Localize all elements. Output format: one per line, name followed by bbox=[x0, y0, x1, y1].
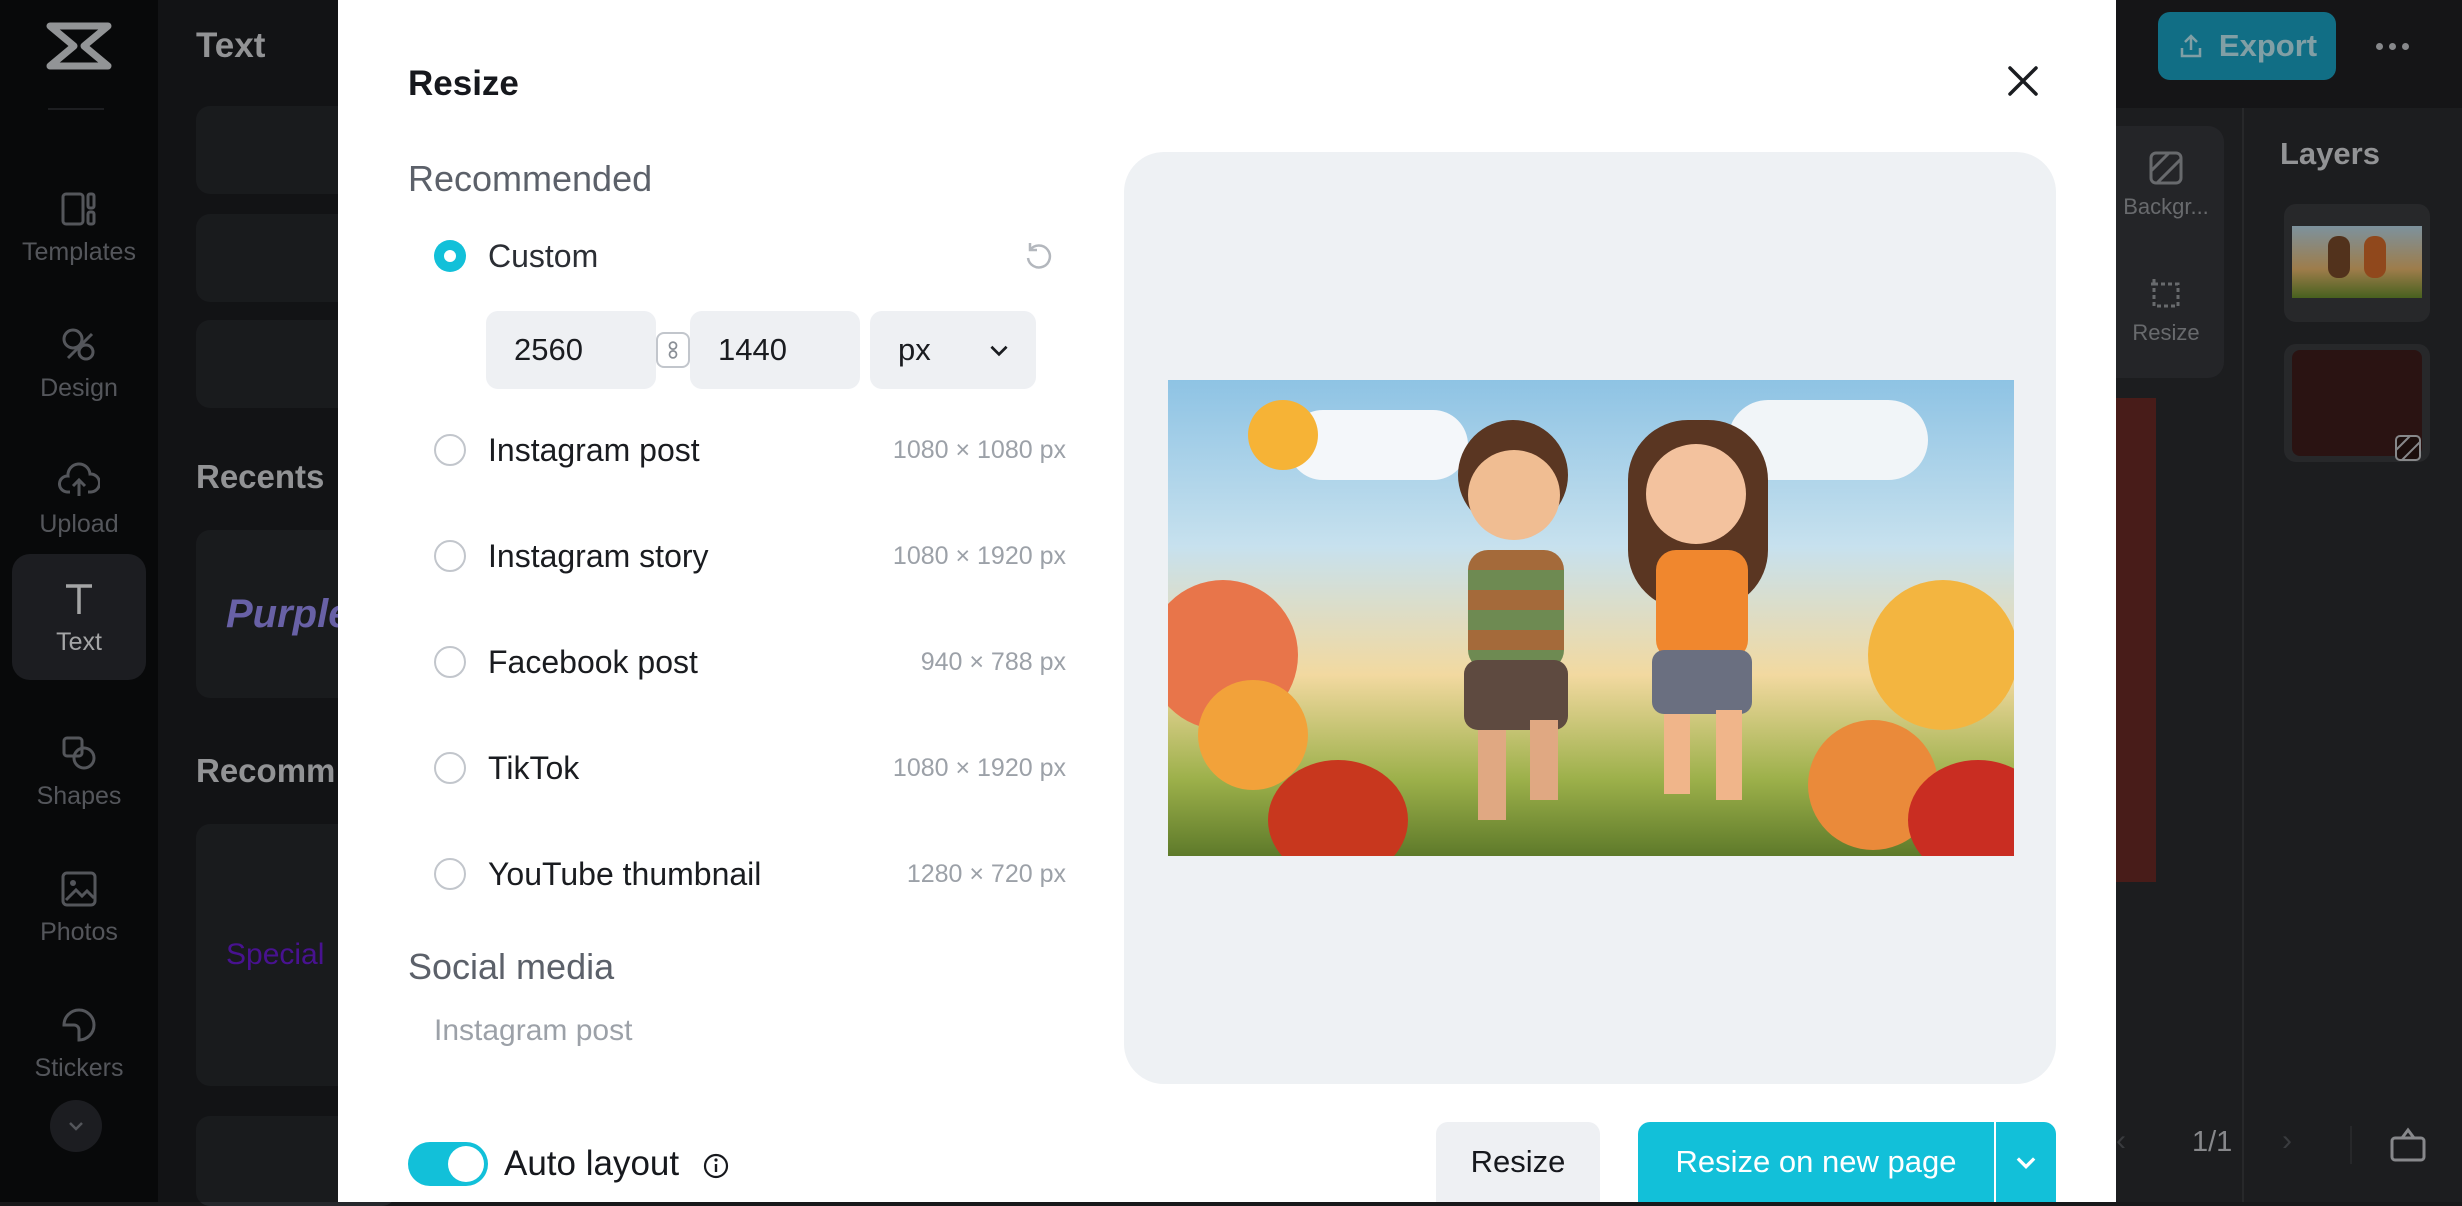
chevron-down-icon bbox=[2016, 1157, 2036, 1169]
option-label: YouTube thumbnail bbox=[488, 855, 762, 892]
dialog-title: Resize bbox=[408, 64, 519, 103]
option-label: Instagram story bbox=[488, 537, 709, 574]
resize-button-label: Resize bbox=[1470, 1144, 1566, 1179]
resize-dialog: Resize Recommended Custom 2560 1440 px I… bbox=[338, 0, 2116, 1202]
option-dims: 1080 × 1920 px bbox=[892, 541, 1066, 570]
option-facebook-post[interactable]: Facebook post 940 × 788 px bbox=[434, 632, 1066, 692]
option-dims: 940 × 788 px bbox=[920, 647, 1066, 676]
option-label: Facebook post bbox=[488, 643, 698, 680]
option-tiktok[interactable]: TikTok 1080 × 1920 px bbox=[434, 738, 1066, 798]
preview-area bbox=[1124, 152, 2056, 1084]
radio[interactable] bbox=[434, 752, 466, 784]
option-custom[interactable]: Custom bbox=[434, 226, 1066, 286]
reset-icon[interactable] bbox=[1022, 240, 1054, 272]
radio-custom[interactable] bbox=[434, 240, 466, 272]
resize-options-dropdown[interactable] bbox=[1996, 1122, 2056, 1202]
close-button[interactable] bbox=[1998, 56, 2048, 106]
info-icon[interactable] bbox=[702, 1152, 730, 1180]
width-input[interactable]: 2560 bbox=[486, 311, 656, 389]
height-input[interactable]: 1440 bbox=[690, 311, 860, 389]
resize-button[interactable]: Resize bbox=[1436, 1122, 1600, 1202]
option-youtube-thumbnail[interactable]: YouTube thumbnail 1280 × 720 px bbox=[434, 844, 1066, 904]
unit-value: px bbox=[898, 332, 931, 367]
option-dims: 1080 × 1080 px bbox=[892, 435, 1066, 464]
radio[interactable] bbox=[434, 646, 466, 678]
option-label: TikTok bbox=[488, 749, 580, 786]
option-instagram-story[interactable]: Instagram story 1080 × 1920 px bbox=[434, 526, 1066, 586]
width-value: 2560 bbox=[514, 332, 583, 367]
chevron-down-icon bbox=[990, 345, 1008, 357]
recommended-heading: Recommended bbox=[408, 158, 653, 199]
close-icon bbox=[2008, 66, 2038, 96]
social-first-item[interactable]: Instagram post bbox=[434, 1014, 632, 1048]
social-media-heading: Social media bbox=[408, 946, 615, 987]
auto-layout-toggle[interactable] bbox=[408, 1142, 488, 1186]
aspect-lock-button[interactable] bbox=[656, 332, 690, 368]
option-instagram-post[interactable]: Instagram post 1080 × 1080 px bbox=[434, 420, 1066, 480]
option-label: Instagram post bbox=[488, 431, 700, 468]
link-icon bbox=[668, 341, 678, 359]
radio[interactable] bbox=[434, 858, 466, 890]
resize-on-new-page-button[interactable]: Resize on new page bbox=[1638, 1122, 1994, 1202]
option-dims: 1280 × 720 px bbox=[906, 859, 1066, 888]
height-value: 1440 bbox=[718, 332, 787, 367]
preview-image bbox=[1168, 380, 2014, 856]
auto-layout-label: Auto layout bbox=[504, 1144, 680, 1183]
resize-new-label: Resize on new page bbox=[1675, 1144, 1957, 1179]
option-dims: 1080 × 1920 px bbox=[892, 753, 1066, 782]
radio[interactable] bbox=[434, 434, 466, 466]
option-label: Custom bbox=[488, 237, 599, 274]
unit-select[interactable]: px bbox=[870, 311, 1036, 389]
radio[interactable] bbox=[434, 540, 466, 572]
